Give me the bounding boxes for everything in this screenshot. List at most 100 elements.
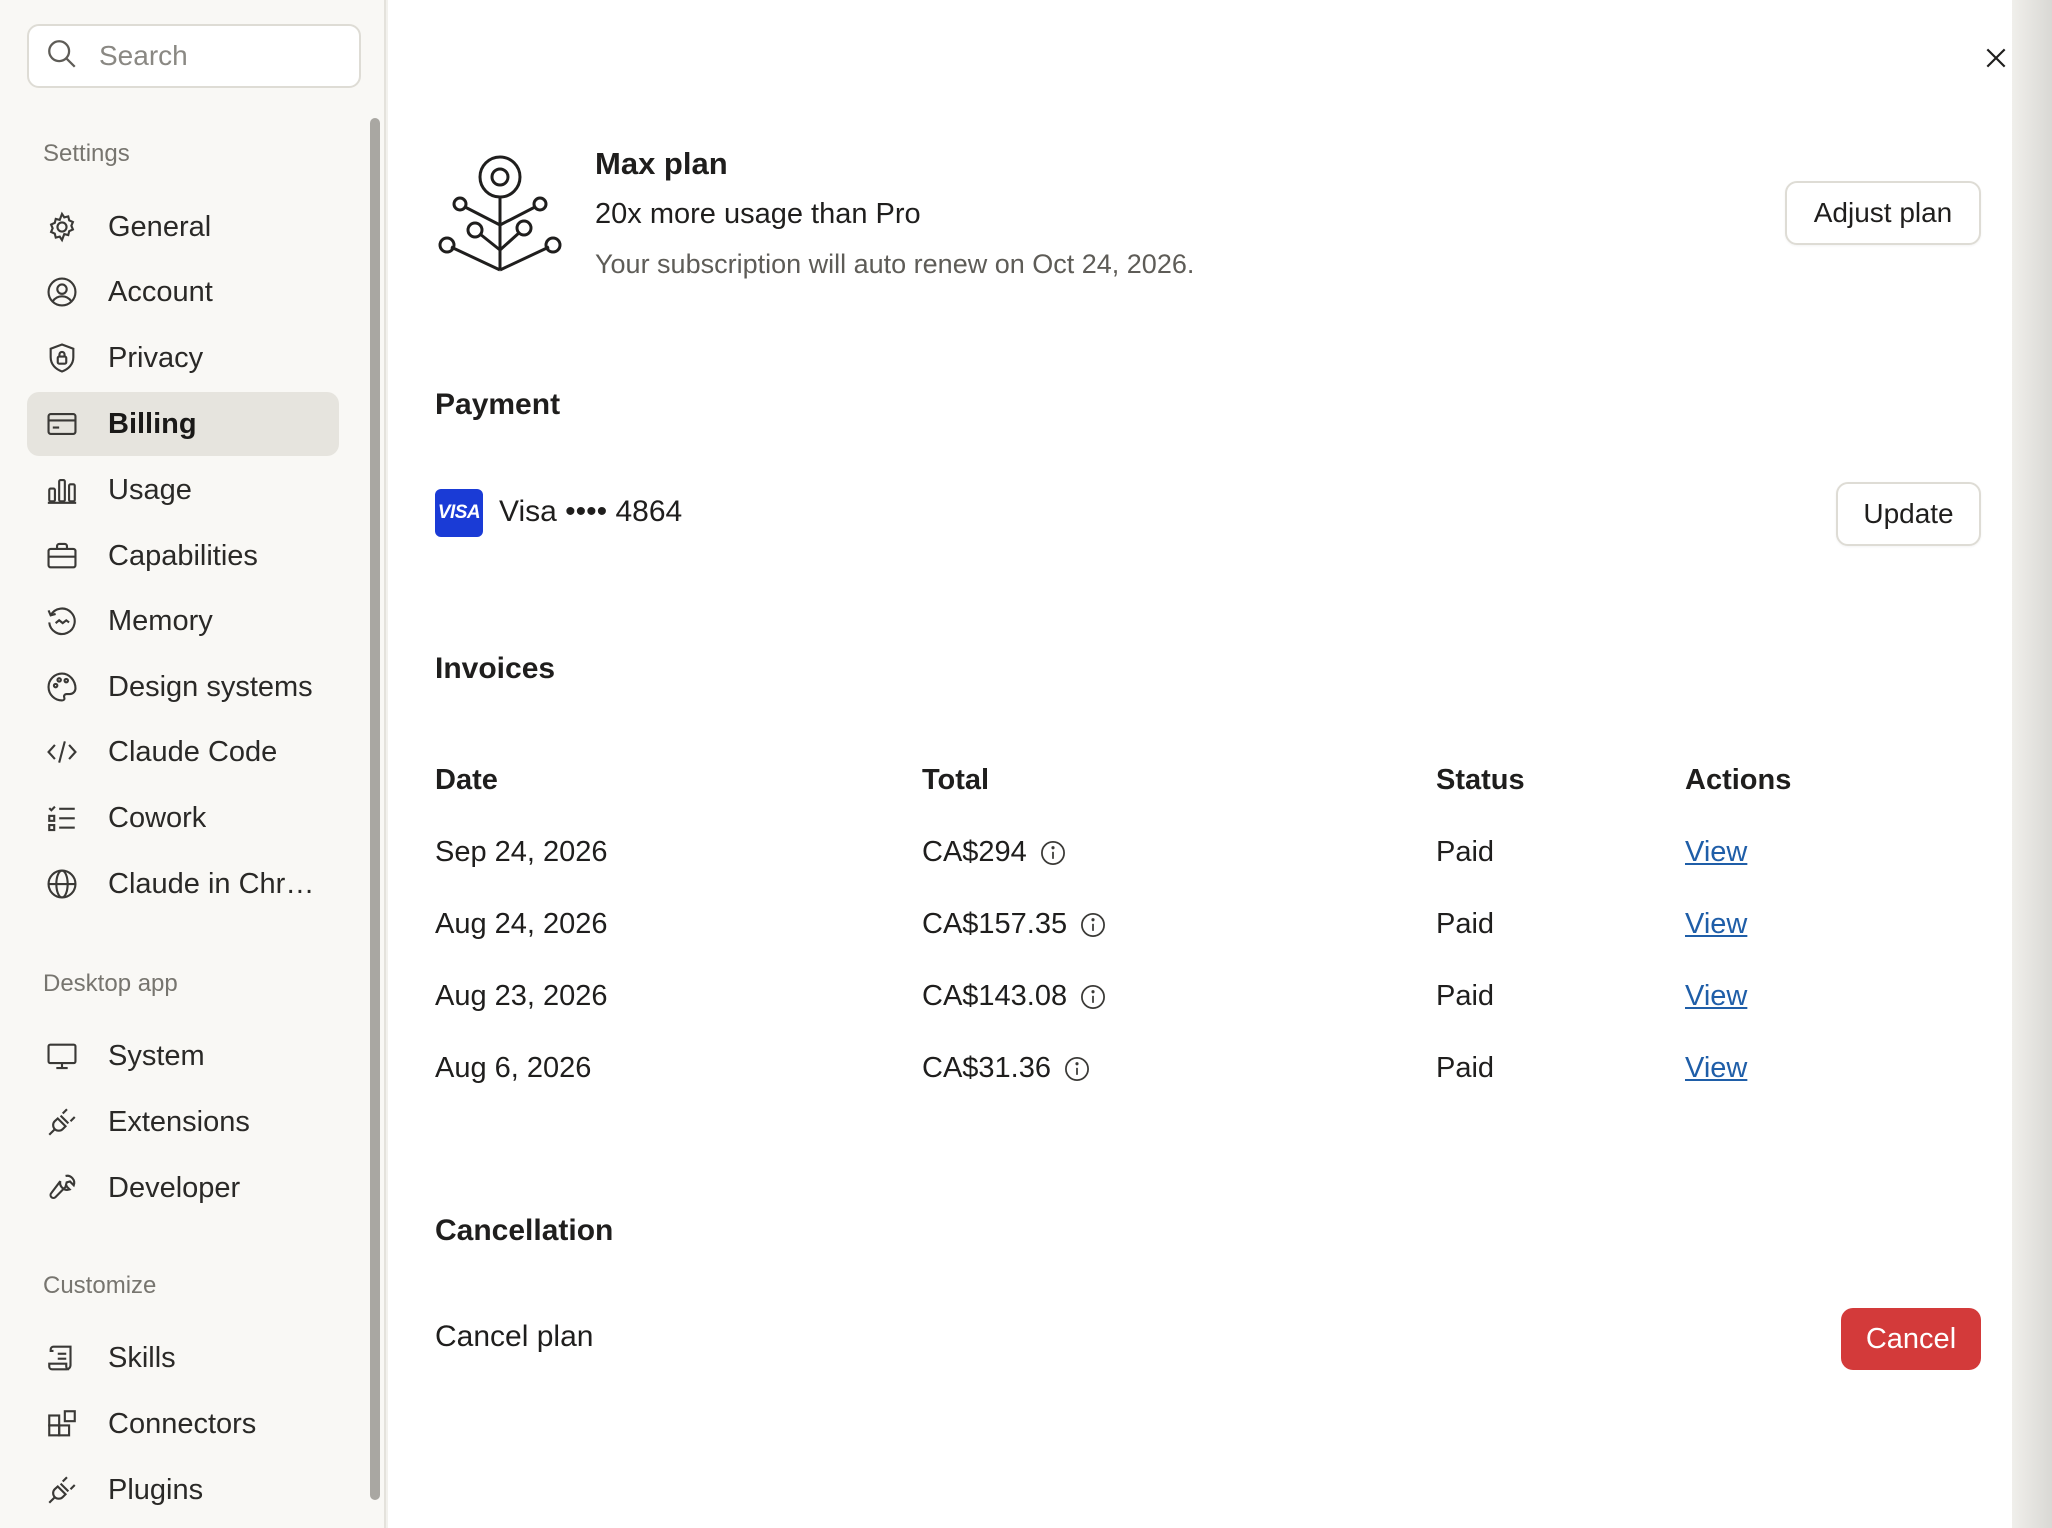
blocks-icon (44, 1406, 80, 1442)
sidebar-item-label: System (108, 1039, 205, 1072)
settings-sidebar: Settings General Account Privacy Billing… (0, 0, 386, 1528)
plan-title: Max plan (595, 146, 728, 181)
monitor-icon (44, 1038, 80, 1074)
sidebar-item-claude-in-chrome[interactable]: Claude in Chr… (27, 852, 339, 916)
user-circle-icon (44, 274, 80, 310)
info-icon[interactable] (1079, 983, 1107, 1011)
column-header-total: Total (922, 764, 990, 796)
sidebar-item-skills[interactable]: Skills (27, 1326, 339, 1390)
sidebar-item-label: Privacy (108, 341, 204, 374)
sidebar-item-label: Claude Code (108, 735, 278, 768)
sidebar-item-connectors[interactable]: Connectors (27, 1392, 339, 1456)
invoice-date: Aug 6, 2026 (435, 1052, 592, 1084)
info-icon[interactable] (1063, 1055, 1091, 1083)
column-header-date: Date (435, 764, 498, 796)
invoice-total-amount: CA$157.35 (922, 908, 1068, 940)
invoices-heading: Invoices (435, 652, 556, 685)
invoice-total: CA$31.36 (922, 1052, 1091, 1085)
invoice-date: Aug 23, 2026 (435, 980, 608, 1012)
invoice-total-amount: CA$294 (922, 836, 1027, 868)
cancel-plan-label: Cancel plan (435, 1320, 594, 1353)
plan-renewal-text: Your subscription will auto renew on Oct… (595, 249, 1195, 279)
credit-card-icon (44, 406, 80, 442)
cancel-plan-button[interactable]: Cancel (1841, 1308, 1981, 1370)
sidebar-item-label: Extensions (108, 1105, 250, 1138)
column-header-status: Status (1436, 764, 1525, 796)
shield-lock-icon (44, 340, 80, 376)
max-plan-icon (435, 150, 565, 280)
window-edge (2012, 0, 2052, 1528)
sidebar-item-label: Cowork (108, 801, 207, 834)
sidebar-item-label: Usage (108, 473, 192, 506)
plan-subtitle: 20x more usage than Pro (595, 198, 921, 230)
sidebar-item-label: Account (108, 275, 213, 308)
section-label-desktop-app: Desktop app (43, 970, 178, 997)
sidebar-item-memory[interactable]: Memory (27, 589, 339, 653)
invoice-status: Paid (1436, 836, 1495, 868)
sidebar-item-label: Plugins (108, 1473, 204, 1506)
scroll-icon (44, 1340, 80, 1376)
sidebar-item-plugins[interactable]: Plugins (27, 1458, 339, 1522)
sidebar-item-label: Claude in Chr… (108, 867, 315, 900)
invoice-status: Paid (1436, 980, 1495, 1012)
info-icon[interactable] (1039, 839, 1067, 867)
sidebar-item-design-systems[interactable]: Design systems (27, 655, 339, 719)
sidebar-item-label: Connectors (108, 1407, 257, 1440)
sidebar-item-label: Developer (108, 1171, 241, 1204)
sidebar-item-capabilities[interactable]: Capabilities (27, 524, 339, 588)
sidebar-item-cowork[interactable]: Cowork (27, 786, 339, 850)
search-icon (45, 37, 79, 76)
code-icon (44, 734, 80, 770)
invoice-total: CA$157.35 (922, 908, 1107, 941)
sidebar-item-privacy[interactable]: Privacy (27, 326, 339, 390)
sidebar-item-extensions[interactable]: Extensions (27, 1090, 339, 1154)
sidebar-item-claude-code[interactable]: Claude Code (27, 720, 339, 784)
search-box[interactable] (27, 24, 361, 88)
invoice-status: Paid (1436, 1052, 1495, 1084)
sidebar-item-label: Design systems (108, 670, 313, 703)
close-button[interactable] (1974, 38, 2018, 82)
palette-icon (44, 669, 80, 705)
plug-icon (44, 1472, 80, 1508)
sidebar-scrollbar[interactable] (370, 118, 380, 1500)
view-invoice-link[interactable]: View (1685, 1052, 1747, 1085)
wrench-icon (44, 1170, 80, 1206)
plug-icon (44, 1104, 80, 1140)
column-header-actions: Actions (1685, 764, 1792, 796)
sidebar-item-label: Capabilities (108, 539, 258, 572)
search-input[interactable] (99, 40, 339, 72)
view-invoice-link[interactable]: View (1685, 980, 1747, 1013)
info-icon[interactable] (1079, 911, 1107, 939)
sidebar-item-label: General (108, 210, 212, 243)
bar-chart-icon (44, 472, 80, 508)
cancellation-heading: Cancellation (435, 1214, 614, 1247)
sidebar-item-account[interactable]: Account (27, 260, 339, 324)
globe-icon (44, 866, 80, 902)
view-invoice-link[interactable]: View (1685, 908, 1747, 941)
sidebar-item-label: Skills (108, 1341, 176, 1374)
payment-heading: Payment (435, 388, 561, 421)
invoice-status: Paid (1436, 908, 1495, 940)
sidebar-item-system[interactable]: System (27, 1024, 339, 1088)
sidebar-item-developer[interactable]: Developer (27, 1156, 339, 1220)
sidebar-nav[interactable]: Settings General Account Privacy Billing… (0, 120, 370, 1528)
update-payment-button[interactable]: Update (1836, 482, 1981, 546)
sidebar-item-general[interactable]: General (27, 195, 339, 259)
invoice-total-amount: CA$31.36 (922, 1052, 1051, 1084)
sidebar-item-usage[interactable]: Usage (27, 458, 339, 522)
invoice-date: Aug 24, 2026 (435, 908, 608, 940)
invoice-total: CA$143.08 (922, 980, 1107, 1013)
invoice-total-amount: CA$143.08 (922, 980, 1068, 1012)
invoice-date: Sep 24, 2026 (435, 836, 608, 868)
close-icon (1983, 45, 2009, 76)
invoice-total: CA$294 (922, 836, 1067, 869)
gear-icon (44, 209, 80, 245)
adjust-plan-button[interactable]: Adjust plan (1785, 181, 1981, 245)
memory-icon (44, 603, 80, 639)
sidebar-item-label: Memory (108, 604, 213, 637)
section-label-settings: Settings (43, 140, 130, 167)
briefcase-icon (44, 538, 80, 574)
view-invoice-link[interactable]: View (1685, 836, 1747, 869)
sidebar-item-billing[interactable]: Billing (27, 392, 339, 456)
section-label-customize: Customize (43, 1272, 157, 1299)
